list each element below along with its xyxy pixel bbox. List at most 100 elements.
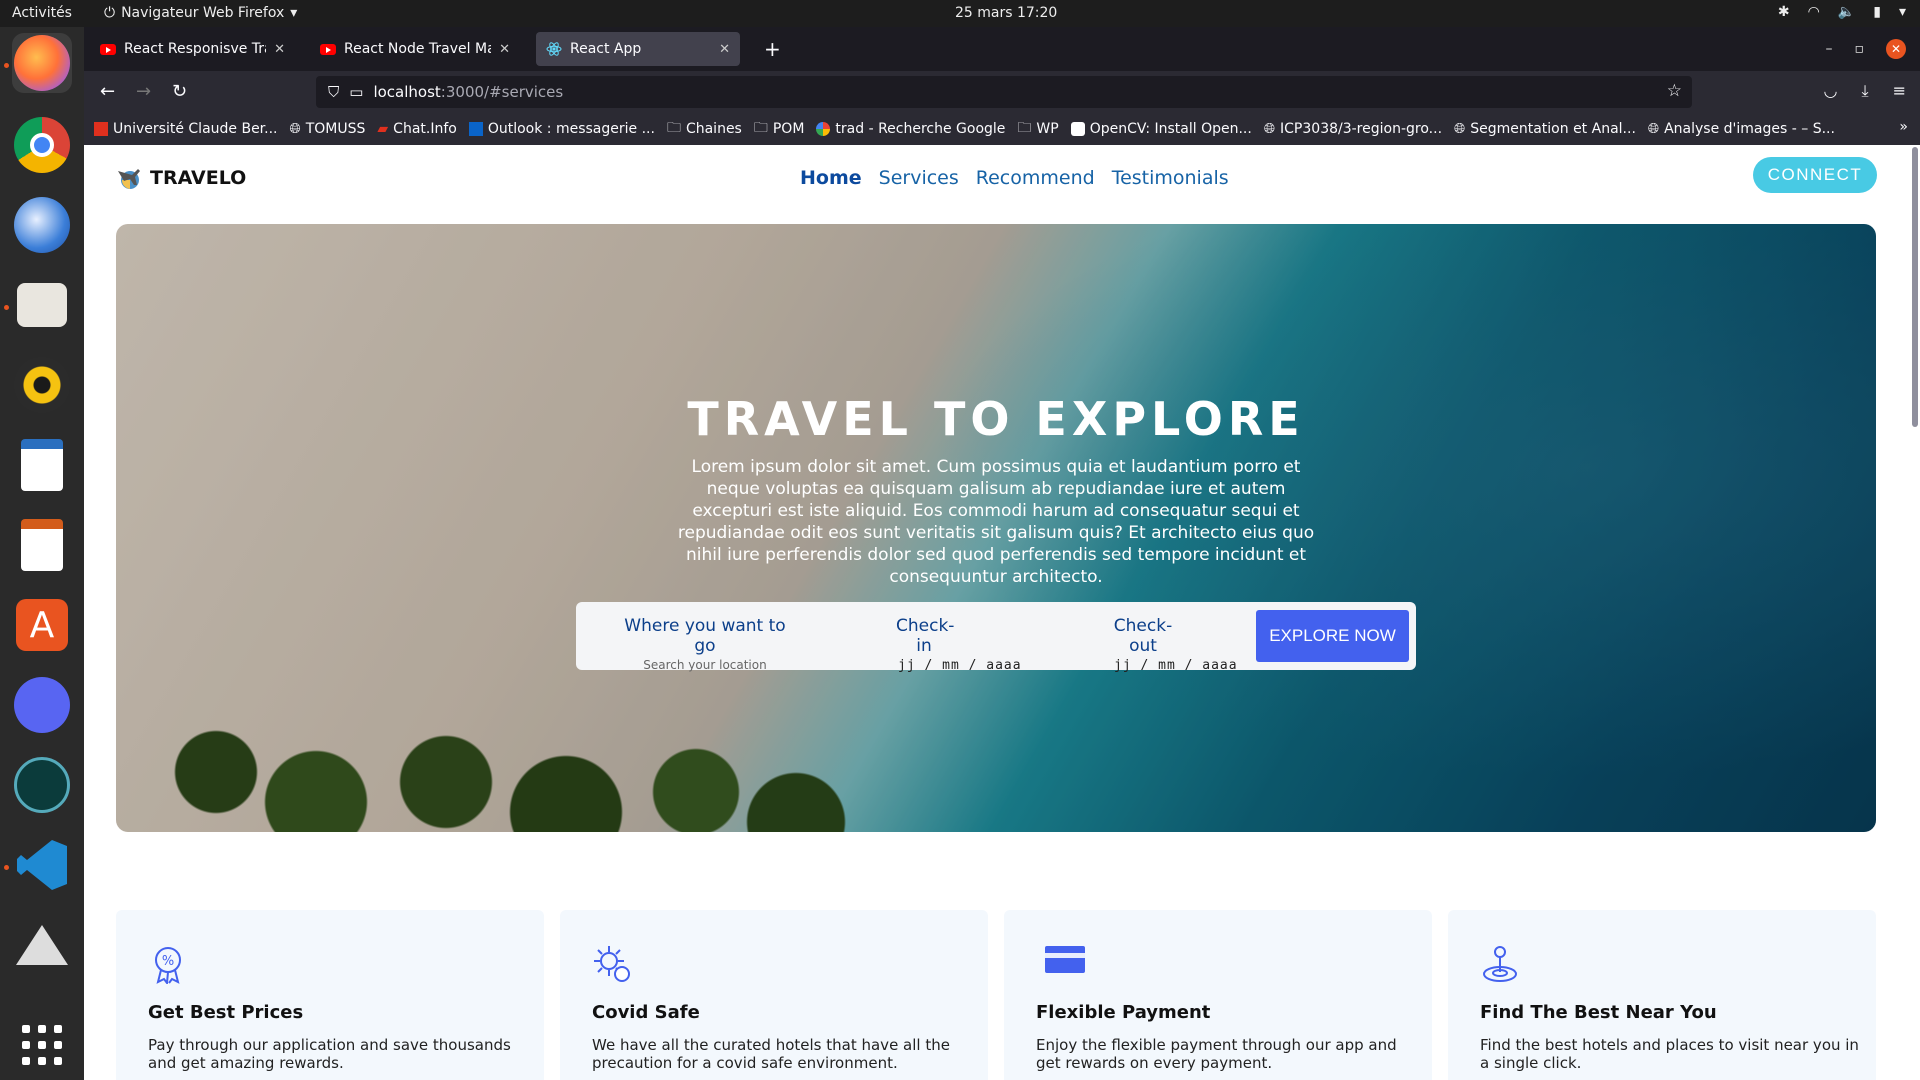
service-description: Find the best hotels and places to visit… xyxy=(1480,1036,1859,1072)
app-grid-icon[interactable] xyxy=(12,1015,72,1075)
bookmark-item[interactable]: 🌐︎ ICP3038/3-region-gro... xyxy=(1264,121,1442,137)
bookmark-folder[interactable]: 🗀 WP xyxy=(1017,117,1058,141)
chrome-icon[interactable] xyxy=(12,115,72,175)
services-section: % Get Best Prices Pay through our applic… xyxy=(116,910,1876,1080)
tab-title: React App xyxy=(570,41,642,57)
tab-react-node-travel-map[interactable]: React Node Travel Map A ✕ xyxy=(310,32,520,66)
location-label: Where you want to go xyxy=(624,616,786,656)
forward-arrow-icon[interactable]: → xyxy=(136,81,151,102)
service-title: Covid Safe xyxy=(592,1002,700,1023)
thunderbird-icon[interactable] xyxy=(12,195,72,255)
system-top-bar: Activités ⏻ Navigateur Web Firefox ▾ 25 … xyxy=(0,0,1920,27)
bookmark-label: Université Claude Ber... xyxy=(113,121,278,137)
files-icon[interactable] xyxy=(12,275,72,335)
location-input[interactable]: Search your location xyxy=(616,658,794,672)
close-icon[interactable]: ✕ xyxy=(719,42,730,57)
vscode-icon[interactable] xyxy=(12,835,72,895)
location-field[interactable]: Where you want to go Search your locatio… xyxy=(616,616,794,672)
rhythmbox-icon[interactable] xyxy=(12,355,72,415)
dock: A xyxy=(0,27,84,1080)
explore-now-button[interactable]: EXPLORE NOW xyxy=(1256,610,1409,662)
maximize-icon[interactable]: ▫ xyxy=(1855,41,1865,57)
brand-logo[interactable]: TRAVELO xyxy=(116,165,246,191)
libreoffice-writer-icon[interactable] xyxy=(12,435,72,495)
google-icon xyxy=(816,122,831,136)
tab-react-responsive-travel[interactable]: React Responisve Travel · ✕ xyxy=(90,32,295,66)
brand-name: TRAVELO xyxy=(150,167,247,189)
svg-text:%: % xyxy=(162,954,174,969)
url-host: localhost xyxy=(373,83,441,101)
folder-icon: 🗀 xyxy=(666,120,681,136)
connect-button[interactable]: CONNECT xyxy=(1753,157,1877,193)
service-card: Covid Safe We have all the curated hotel… xyxy=(560,910,988,1080)
web-page: TRAVELO Home Services Recommend Testimon… xyxy=(84,145,1920,1080)
gitkraken-icon[interactable] xyxy=(12,755,72,815)
app-menu[interactable]: ⏻ Navigateur Web Firefox ▾ xyxy=(104,5,297,21)
page-icon: ▭ xyxy=(349,83,364,101)
close-window-icon[interactable]: ✕ xyxy=(1886,39,1906,59)
discount-badge-icon: % xyxy=(155,947,181,984)
nav-link-home[interactable]: Home xyxy=(800,167,862,189)
pocket-icon[interactable]: ◡ xyxy=(1824,81,1838,101)
bookmark-item[interactable]: OpenCV: Install Open... xyxy=(1070,121,1252,137)
bookmark-label: TOMUSS xyxy=(305,121,366,137)
tab-title: React Responisve Travel · xyxy=(124,41,266,57)
bookmark-item[interactable]: 🌐︎ TOMUSS xyxy=(290,121,366,137)
globe-icon: 🌐︎ xyxy=(289,121,301,137)
battery-icon[interactable]: ▮ xyxy=(1873,4,1881,20)
close-icon[interactable]: ✕ xyxy=(499,42,510,57)
url-bar[interactable]: ⛉ ▭ localhost:3000/#services ☆ xyxy=(316,76,1692,108)
libreoffice-impress-icon[interactable] xyxy=(12,515,72,575)
site-navbar: TRAVELO Home Services Recommend Testimon… xyxy=(84,145,1920,217)
new-tab-button[interactable]: + xyxy=(764,37,781,61)
bookmark-item[interactable]: ▰ Chat.Info xyxy=(377,121,456,137)
running-indicator xyxy=(4,63,9,68)
hero-description: Lorem ipsum dolor sit amet. Cum possimus… xyxy=(677,457,1315,587)
bookmark-star-icon[interactable]: ☆ xyxy=(1667,81,1682,101)
bookmark-item[interactable]: trad - Recherche Google xyxy=(816,121,1005,137)
running-indicator xyxy=(4,865,9,870)
bookmark-item[interactable]: 🌐︎ Analyse d'images - – S... xyxy=(1648,121,1835,137)
wifi-icon[interactable]: ◠ xyxy=(1808,4,1820,20)
virus-shield-icon xyxy=(594,946,630,982)
service-description: Pay through our application and save tho… xyxy=(148,1036,511,1072)
download-icon[interactable]: ⤓ xyxy=(1862,81,1869,101)
network-icon[interactable]: ✱ xyxy=(1778,4,1790,20)
inkscape-icon[interactable] xyxy=(12,915,72,975)
discord-icon[interactable] xyxy=(12,675,72,735)
tab-bar: React Responisve Travel · ✕ React Node T… xyxy=(84,27,1920,71)
system-tray[interactable]: ✱ ◠ 🔈 ▮ ▾ xyxy=(1778,4,1906,20)
youtube-icon xyxy=(100,43,116,55)
bookmark-item[interactable]: 🌐︎ Segmentation et Anal... xyxy=(1454,121,1636,137)
shield-icon[interactable]: ⛉ xyxy=(328,83,339,101)
nav-link-services[interactable]: Services xyxy=(879,167,959,189)
firefox-icon[interactable] xyxy=(12,33,72,93)
tab-react-app[interactable]: React App ✕ xyxy=(536,32,740,66)
back-arrow-icon[interactable]: ← xyxy=(100,81,115,102)
clock[interactable]: 25 mars 17:20 xyxy=(955,5,1057,21)
checkout-label: Check-out xyxy=(1113,616,1173,656)
nav-link-testimonials[interactable]: Testimonials xyxy=(1112,167,1229,189)
bookmark-item[interactable]: Outlook : messagerie ... xyxy=(468,121,655,137)
reload-icon[interactable]: ↻ xyxy=(172,81,187,102)
bookmark-label: OpenCV: Install Open... xyxy=(1089,121,1252,137)
bookmark-item[interactable]: Université Claude Ber... xyxy=(94,121,278,137)
checkin-field[interactable]: Check-in jj / mm / aaaa xyxy=(896,616,1021,673)
volume-icon[interactable]: 🔈 xyxy=(1838,4,1855,20)
bookmark-folder[interactable]: 🗀 Chaines xyxy=(667,117,742,141)
location-pin-icon xyxy=(1483,946,1517,982)
chevron-right-icon[interactable]: » xyxy=(1899,119,1908,135)
checkout-date-input[interactable]: jj / mm / aaaa xyxy=(1114,658,1237,673)
activities-button[interactable]: Activités xyxy=(12,5,72,21)
hamburger-menu-icon[interactable]: ≡ xyxy=(1893,81,1906,101)
bookmark-folder[interactable]: 🗀 POM xyxy=(754,117,805,141)
chevron-down-icon[interactable]: ▾ xyxy=(1899,4,1906,20)
search-bar: Where you want to go Search your locatio… xyxy=(576,602,1416,673)
minimize-icon[interactable]: – xyxy=(1826,41,1833,57)
bookmark-label: Chat.Info xyxy=(393,121,457,137)
software-center-icon[interactable]: A xyxy=(12,595,72,655)
checkout-field[interactable]: Check-out jj / mm / aaaa xyxy=(1108,616,1237,673)
checkin-date-input[interactable]: jj / mm / aaaa xyxy=(898,658,1021,673)
nav-link-recommend[interactable]: Recommend xyxy=(976,167,1095,189)
close-icon[interactable]: ✕ xyxy=(274,42,285,57)
